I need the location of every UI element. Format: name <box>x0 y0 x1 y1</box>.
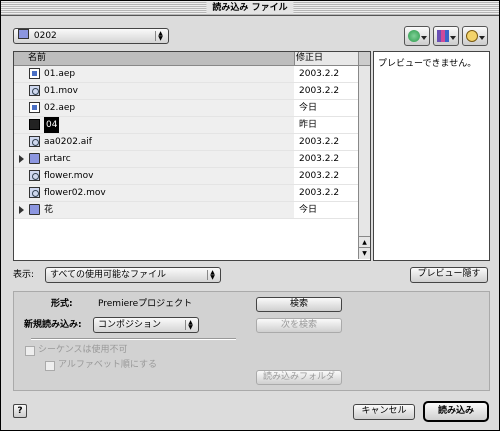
import-as-label: 新規読み込み: <box>24 320 82 330</box>
file-list[interactable]: 名前 修正日 01.aep 2003.2.2 01.mov 2003.2.2 0… <box>13 51 371 261</box>
help-icon[interactable]: ? <box>13 404 27 418</box>
alpha-order-checkbox[interactable] <box>45 361 55 371</box>
document-icon <box>29 102 40 113</box>
alias-icon <box>29 119 40 130</box>
popup-arrows-icon: ▲ ▼ <box>155 31 165 42</box>
folder-icon <box>29 153 40 164</box>
movie-icon <box>29 187 40 198</box>
list-item[interactable]: flower.mov 2003.2.2 <box>14 168 358 185</box>
cancel-button[interactable]: キャンセル <box>353 404 415 420</box>
column-header-name[interactable]: 名前 <box>14 52 295 65</box>
file-name: 花 <box>44 205 54 215</box>
find-button[interactable]: 検索 <box>256 297 342 312</box>
list-item-selected[interactable]: 04 昨日 <box>14 117 358 134</box>
file-name: aa0202.aif <box>44 137 92 147</box>
disclosure-triangle-icon[interactable] <box>19 155 24 163</box>
file-date: 2003.2.2 <box>299 137 340 147</box>
file-date: 2003.2.2 <box>299 171 340 181</box>
import-as-popup[interactable]: コンポジション ▲ ▼ <box>93 317 199 333</box>
import-button[interactable]: 読み込み <box>423 401 489 422</box>
recent-button[interactable] <box>462 26 488 46</box>
movie-icon <box>29 170 40 181</box>
alpha-order-label: アルファベット順にする <box>58 360 158 370</box>
list-header: 名前 修正日 <box>14 52 358 66</box>
disclosure-triangle-icon[interactable] <box>19 206 24 214</box>
show-filter-value: すべての使用可能なファイル <box>50 270 167 280</box>
divider <box>31 338 236 340</box>
file-date: 2003.2.2 <box>299 69 340 79</box>
document-icon <box>29 68 40 79</box>
find-next-button[interactable]: 次を検索 <box>256 318 342 333</box>
window-title: 読み込み ファイル <box>206 2 294 14</box>
sequence-checkbox[interactable] <box>25 346 35 356</box>
chevron-down-icon <box>450 36 456 40</box>
list-item[interactable]: aa0202.aif 2003.2.2 <box>14 134 358 151</box>
popup-arrows-icon: ▲ ▼ <box>207 270 217 281</box>
preview-message: プレビューできません。 <box>378 59 477 69</box>
list-item[interactable]: flower02.mov 2003.2.2 <box>14 185 358 202</box>
list-item-folder[interactable]: 花 今日 <box>14 202 358 219</box>
file-name: 01.mov <box>44 86 78 96</box>
column-header-name-label: 名前 <box>28 53 47 63</box>
hide-preview-button[interactable]: プレビュー隠す <box>410 267 488 283</box>
chevron-down-icon <box>421 36 427 40</box>
title-bar[interactable]: 読み込み ファイル <box>1 1 499 16</box>
sequence-label: シーケンスは使用不可 <box>38 345 128 355</box>
file-name: flower02.mov <box>44 188 106 198</box>
sort-order-button[interactable] <box>358 52 370 66</box>
folder-icon <box>29 204 40 215</box>
show-label: 表示: <box>13 270 35 280</box>
movie-icon <box>29 85 40 96</box>
file-date: 2003.2.2 <box>299 86 340 96</box>
file-date: 2003.2.2 <box>299 188 340 198</box>
preview-pane: プレビューできません。 <box>373 51 490 261</box>
audio-icon <box>29 136 40 147</box>
name-cell <box>14 202 294 218</box>
disk-icon <box>408 30 420 42</box>
import-as-value: コンポジション <box>98 320 162 330</box>
location-folder-name: 0202 <box>33 31 57 41</box>
file-date: 2003.2.2 <box>299 154 340 164</box>
file-name: flower.mov <box>44 171 94 181</box>
format-label: 形式: <box>51 299 73 309</box>
list-item[interactable]: 01.aep 2003.2.2 <box>14 66 358 83</box>
chevron-down-icon <box>479 36 485 40</box>
import-folder-button[interactable]: 読み込みフォルダ <box>256 370 342 385</box>
list-item[interactable]: 02.aep 今日 <box>14 100 358 117</box>
file-name: 01.aep <box>44 69 76 79</box>
file-date: 今日 <box>299 103 318 113</box>
import-file-dialog: 読み込み ファイル 0202 ▲ ▼ 名前 修正日 01.aep 2003.2.2 <box>0 0 500 431</box>
file-name: 04 <box>44 117 60 133</box>
list-item[interactable]: 01.mov 2003.2.2 <box>14 83 358 100</box>
column-header-modified[interactable]: 修正日 <box>296 52 323 65</box>
show-filter-popup[interactable]: すべての使用可能なファイル ▲ ▼ <box>45 267 221 283</box>
file-date: 今日 <box>299 205 318 215</box>
scroll-down-arrow-icon[interactable]: ▼ <box>359 247 370 259</box>
format-value: Premiereプロジェクト <box>98 299 193 309</box>
file-name: artarc <box>44 154 71 164</box>
file-date: 昨日 <box>299 120 318 130</box>
favorites-icon <box>437 30 449 42</box>
options-panel <box>13 291 490 391</box>
popup-arrows-icon: ▲ ▼ <box>185 320 195 331</box>
favorites-button[interactable] <box>433 26 459 46</box>
folder-icon <box>18 29 29 39</box>
location-popup[interactable]: 0202 ▲ ▼ <box>13 28 169 44</box>
file-name: 02.aep <box>44 103 76 113</box>
disk-button[interactable] <box>404 26 430 46</box>
list-item-folder[interactable]: artarc 2003.2.2 <box>14 151 358 168</box>
list-scrollbar[interactable]: ▲ ▼ <box>358 66 370 259</box>
recent-clock-icon <box>466 30 478 42</box>
